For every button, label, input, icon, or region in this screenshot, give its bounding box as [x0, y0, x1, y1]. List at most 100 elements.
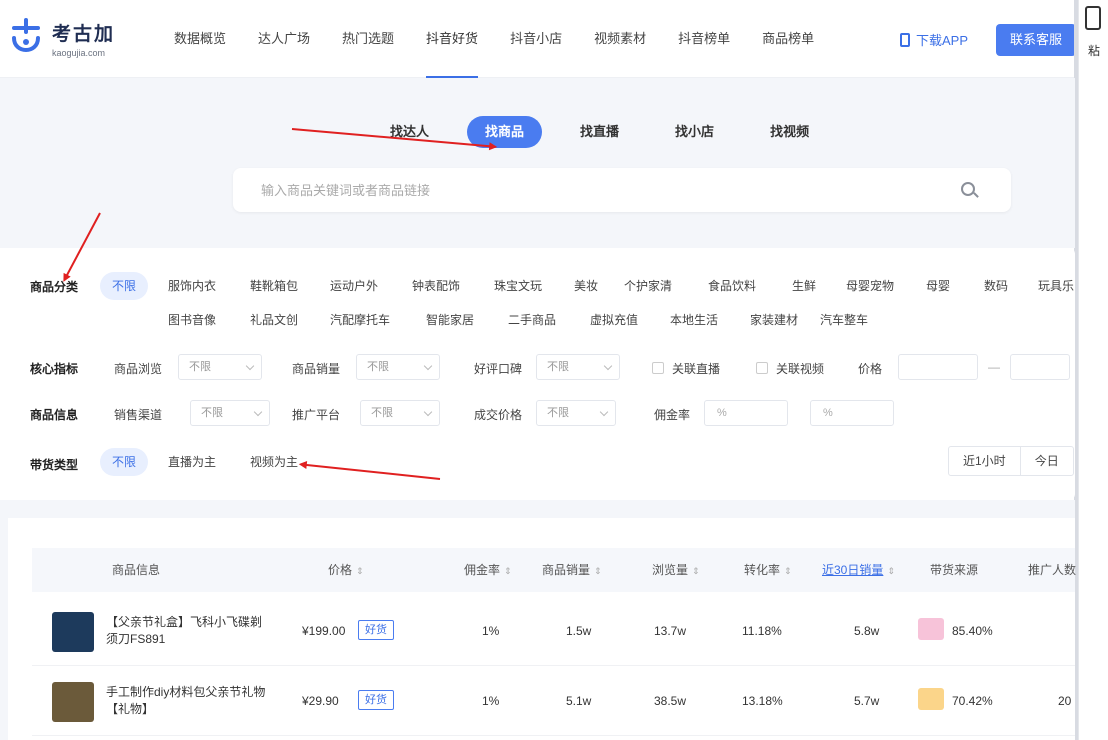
search-tab-4[interactable]: 找视频	[752, 116, 827, 148]
info-filter-select[interactable]: 不限	[360, 400, 440, 426]
table-row[interactable]: 手工制作diy材料包父亲节礼物【礼物】 ¥29.90 1% 5.1w 38.5w 13.1…	[32, 668, 1075, 736]
sort-icon[interactable]: ⇕	[504, 549, 512, 593]
category-item[interactable]: 数码	[984, 273, 1008, 299]
category-item[interactable]: 个护家清	[624, 273, 672, 299]
nav-item-2[interactable]: 热门选题	[326, 0, 410, 78]
select-value: 不限	[371, 407, 393, 419]
category-item[interactable]: 生鲜	[792, 273, 816, 299]
search-tab-1[interactable]: 找商品	[467, 116, 543, 148]
info-filter-select[interactable]: 不限	[190, 400, 270, 426]
contact-service-button[interactable]: 联系客服	[996, 24, 1076, 56]
side-panel-label: 粘	[1088, 44, 1101, 58]
column-header[interactable]: 商品销量 ⇕	[542, 548, 602, 592]
category-item[interactable]: 钟表配饰	[412, 273, 460, 299]
core-filter-select[interactable]: 不限	[178, 354, 262, 380]
search-icon[interactable]	[961, 182, 975, 196]
core-filter-select[interactable]: 不限	[536, 354, 620, 380]
good-product-badge: 好货	[358, 620, 394, 640]
category-item[interactable]: 食品饮料	[708, 273, 756, 299]
results-table: 商品信息 价格 ⇕ 佣金率 ⇕ 商品销量 ⇕ 浏览量 ⇕ 转化率 ⇕ 近30日销量 ⇕ 带货来源 推广人数 …	[8, 518, 1077, 740]
brand-logo[interactable]: 考古加 kaogujia.com	[8, 18, 115, 58]
column-header-label: 推广人数	[1028, 563, 1077, 577]
sales30-cell: 5.7w	[854, 694, 880, 708]
time-range-option[interactable]: 今日	[1019, 447, 1073, 475]
column-header-label: 商品信息	[112, 563, 161, 577]
search-tab-2[interactable]: 找直播	[562, 116, 637, 148]
download-app-link[interactable]: 下载APP	[900, 30, 968, 49]
table-row[interactable]: 【父亲节礼盒】飞科小飞碟剃须刀FS891 ¥199.00 1% 1.5w 13.7w 11…	[32, 598, 1075, 666]
core-metrics-label: 核心指标	[30, 362, 79, 376]
category-item[interactable]: 智能家居	[426, 307, 474, 333]
category-item[interactable]: 运动户外	[330, 273, 378, 299]
search-input[interactable]	[233, 168, 913, 212]
column-header[interactable]: 佣金率 ⇕	[464, 548, 512, 592]
category-item[interactable]: 礼品文创	[250, 307, 298, 333]
commission-max-input[interactable]: %	[810, 400, 894, 426]
related-video-checkbox[interactable]	[756, 362, 768, 374]
info-filter-select[interactable]: 不限	[536, 400, 616, 426]
right-side-panel: 粘	[1078, 0, 1108, 740]
sort-icon[interactable]: ⇕	[594, 549, 602, 593]
column-header[interactable]: 近30日销量 ⇕	[822, 548, 895, 592]
sort-icon[interactable]: ⇕	[887, 549, 895, 593]
search-tab-3[interactable]: 找小店	[657, 116, 732, 148]
sales-type-option[interactable]: 直播为主	[168, 449, 216, 475]
category-item[interactable]: 家装建材	[750, 307, 798, 333]
nav-item-3[interactable]: 抖音好货	[410, 0, 494, 78]
sort-icon[interactable]: ⇕	[784, 549, 792, 593]
related-video-label: 关联视频	[776, 362, 825, 376]
product-thumbnail[interactable]	[52, 682, 94, 722]
category-item[interactable]: 虚拟充值	[590, 307, 638, 333]
product-name[interactable]: 手工制作diy材料包父亲节礼物【礼物】	[106, 684, 266, 718]
category-item[interactable]: 汽配摩托车	[330, 307, 390, 333]
category-item[interactable]: 服饰内衣	[168, 273, 216, 299]
price-min-input[interactable]	[898, 354, 978, 380]
nav-item-6[interactable]: 抖音榜单	[662, 0, 746, 78]
commission-min-input[interactable]: %	[704, 400, 788, 426]
column-header[interactable]: 浏览量 ⇕	[652, 548, 700, 592]
chevron-down-icon	[423, 361, 433, 371]
column-header[interactable]: 转化率 ⇕	[744, 548, 792, 592]
sort-icon[interactable]: ⇕	[356, 549, 364, 593]
column-header-label: 商品销量	[542, 563, 591, 577]
sales-type-label: 带货类型	[30, 458, 79, 472]
core-filter-select[interactable]: 不限	[356, 354, 440, 380]
sort-icon[interactable]: ⇕	[692, 549, 700, 593]
main-nav: 数据概览 达人广场 热门选题 抖音好货 抖音小店 视频素材 抖音榜单 商品榜单	[158, 0, 830, 78]
product-name[interactable]: 【父亲节礼盒】飞科小飞碟剃须刀FS891	[106, 614, 266, 648]
nav-item-4[interactable]: 抖音小店	[494, 0, 578, 78]
source-pct-cell: 85.40%	[952, 624, 993, 638]
category-item[interactable]: 母婴	[926, 273, 950, 299]
search-tab-0[interactable]: 找达人	[372, 116, 447, 148]
nav-item-0[interactable]: 数据概览	[158, 0, 242, 78]
category-item[interactable]: 玩具乐	[1038, 273, 1074, 299]
related-live-checkbox[interactable]	[652, 362, 664, 374]
tab-icon[interactable]	[1085, 6, 1101, 30]
column-header-label: 佣金率	[464, 563, 501, 577]
category-all-pill[interactable]: 不限	[100, 272, 149, 300]
category-item[interactable]: 图书音像	[168, 307, 216, 333]
table-header: 商品信息 价格 ⇕ 佣金率 ⇕ 商品销量 ⇕ 浏览量 ⇕ 转化率 ⇕ 近30日销量 ⇕ 带货来源 推广人数	[32, 548, 1077, 592]
sales-type-option[interactable]: 视频为主	[250, 449, 298, 475]
price-separator: —	[988, 360, 1000, 374]
product-thumbnail[interactable]	[52, 612, 94, 652]
sales-type-option[interactable]: 不限	[100, 448, 149, 476]
column-header-label: 价格	[328, 563, 353, 577]
category-item[interactable]: 珠宝文玩	[494, 273, 542, 299]
column-header[interactable]: 价格 ⇕	[328, 548, 364, 592]
column-header-label: 转化率	[744, 563, 781, 577]
category-item[interactable]: 美妆	[574, 273, 598, 299]
category-item[interactable]: 本地生活	[670, 307, 718, 333]
category-item[interactable]: 鞋靴箱包	[250, 273, 298, 299]
category-item[interactable]: 汽车整车	[820, 307, 868, 333]
category-item[interactable]: 母婴宠物	[846, 273, 894, 299]
logo-icon	[8, 18, 44, 58]
column-header: 带货来源	[930, 548, 978, 592]
time-range-option[interactable]: 近1小时	[949, 447, 1020, 475]
category-item[interactable]: 二手商品	[508, 307, 556, 333]
price-max-input[interactable]	[1010, 354, 1070, 380]
core-filter-label: 好评口碑	[474, 362, 523, 376]
nav-item-1[interactable]: 达人广场	[242, 0, 326, 78]
nav-item-5[interactable]: 视频素材	[578, 0, 662, 78]
nav-item-7[interactable]: 商品榜单	[746, 0, 830, 78]
